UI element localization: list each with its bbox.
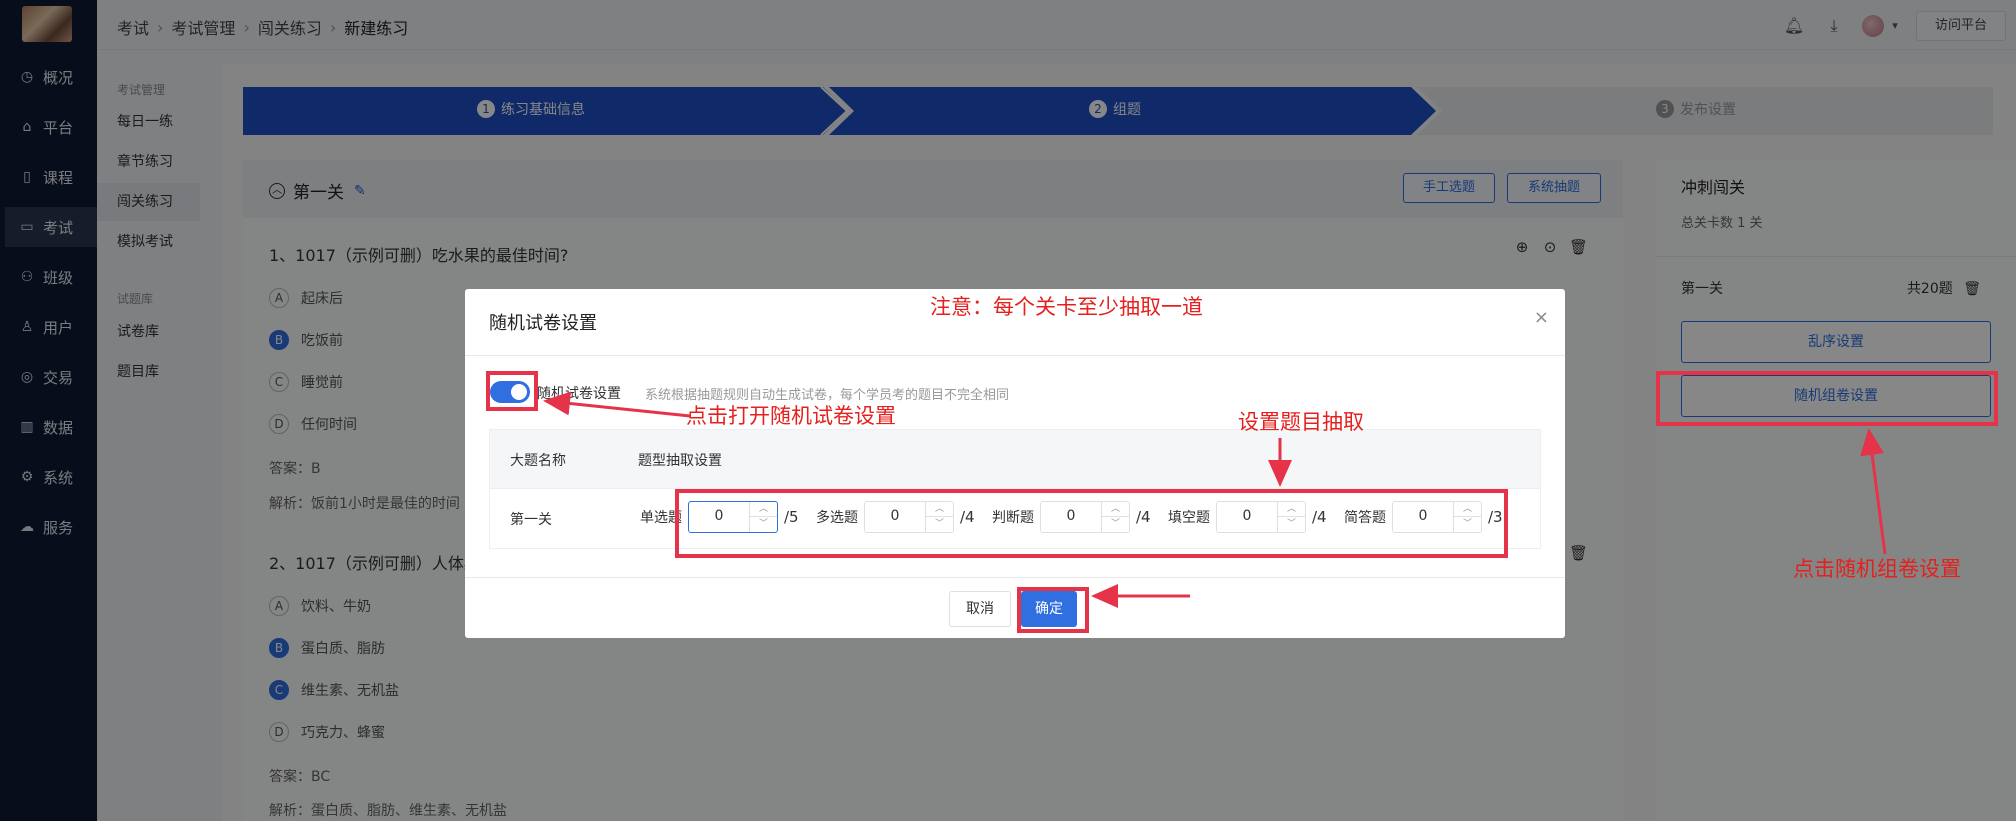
annotation-arrows xyxy=(543,391,1887,608)
